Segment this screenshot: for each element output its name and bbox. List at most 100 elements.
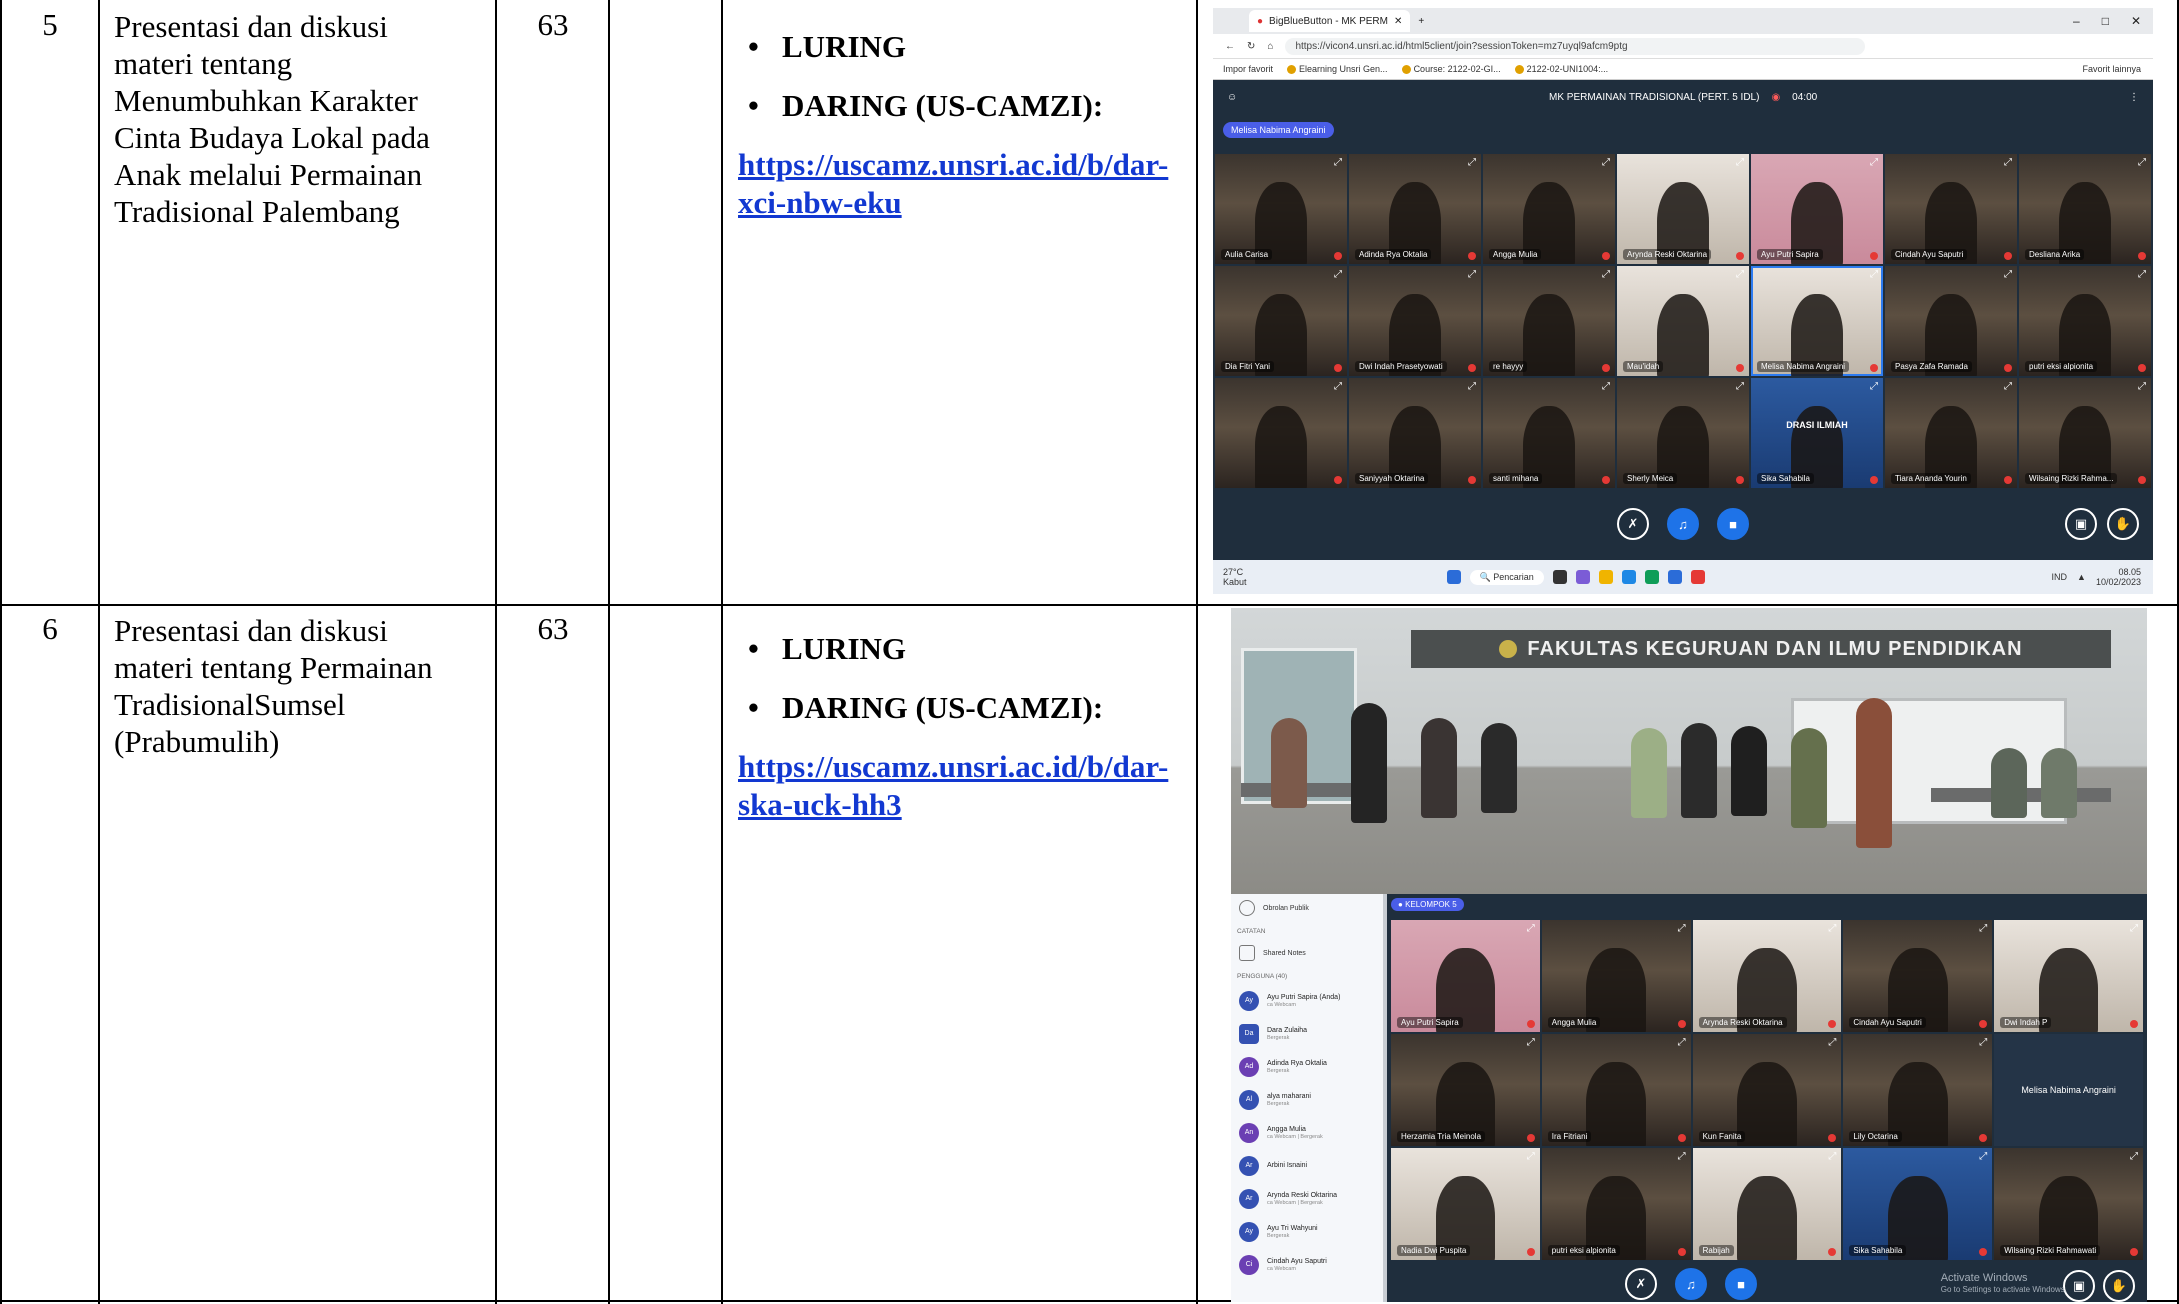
video-tile[interactable]: ⤢ (1215, 378, 1347, 488)
audio-icon[interactable]: ♫ (1667, 508, 1699, 540)
expand-icon[interactable]: ⤢ (1602, 157, 1610, 168)
expand-icon[interactable]: ⤢ (1979, 1151, 1987, 1162)
video-tile[interactable]: ⤢ Sherly Meica (1617, 378, 1749, 488)
expand-icon[interactable]: ⤢ (1828, 1151, 1836, 1162)
video-tile[interactable]: ⤢ Angga Mulia (1483, 154, 1615, 264)
video-tile[interactable]: ⤢ Mau'idah (1617, 266, 1749, 376)
user-list-item[interactable]: Da Dara Zulaiha Bergerak (1231, 1017, 1383, 1050)
expand-icon[interactable]: ⤢ (2138, 381, 2146, 392)
video-tile[interactable]: ⤢ Lily Octarina (1843, 1034, 1993, 1146)
expand-icon[interactable]: ⤢ (1870, 381, 1878, 392)
expand-icon[interactable]: ⤢ (1468, 381, 1476, 392)
video-tile[interactable]: ⤢ Aulia Carisa (1215, 154, 1347, 264)
app-icon[interactable] (1552, 570, 1567, 584)
camera-icon[interactable]: ■ (1725, 1268, 1757, 1300)
public-chat-item[interactable]: Obrolan Publik (1231, 894, 1383, 922)
video-tile[interactable]: ⤢ Herzamia Tria Meinola (1391, 1034, 1540, 1146)
minimize-icon[interactable]: – (2073, 14, 2080, 28)
video-tile[interactable]: ⤢ Sika Sahabila (1843, 1148, 1993, 1260)
expand-icon[interactable]: ⤢ (1678, 1037, 1686, 1048)
expand-icon[interactable]: ⤢ (1870, 269, 1878, 280)
expand-icon[interactable]: ⤢ (1602, 381, 1610, 392)
video-tile[interactable]: ⤢ Rabijah (1692, 1148, 1842, 1260)
expand-icon[interactable]: ⤢ (1979, 1037, 1987, 1048)
expand-icon[interactable]: ⤢ (1678, 923, 1686, 934)
expand-icon[interactable]: ⤢ (1678, 1151, 1686, 1162)
video-tile[interactable]: ⤢ DRASI ILMIAH Sika Sahabila (1751, 378, 1883, 488)
taskbar-search[interactable]: 🔍 Pencarian (1469, 569, 1544, 585)
start-icon[interactable] (1446, 570, 1461, 584)
screen-share-icon[interactable]: ▣ (2063, 1270, 2095, 1302)
new-tab-icon[interactable]: + (1418, 16, 1424, 27)
weather-widget[interactable]: 27°C Kabut (1213, 567, 1247, 587)
expand-icon[interactable]: ⤢ (1527, 1151, 1535, 1162)
camera-icon[interactable]: ■ (1717, 508, 1749, 540)
video-tile[interactable]: ⤢ Saniyyah Oktarina (1349, 378, 1481, 488)
browser-tab[interactable]: ● BigBlueButton - MK PERM ✕ (1249, 10, 1411, 32)
video-tile-no-camera[interactable]: Melisa Nabima Angraini (1994, 1034, 2143, 1146)
video-tile[interactable]: ⤢ Dwi Indah P (1994, 920, 2143, 1032)
video-tile[interactable]: ⤢ santi mihana (1483, 378, 1615, 488)
url-field[interactable]: https://vicon4.unsri.ac.id/html5client/j… (1285, 37, 1866, 55)
video-tile[interactable]: ⤢ Dia Fitri Yani (1215, 266, 1347, 376)
video-tile[interactable]: ⤢ Cindah Ayu Saputri (1843, 920, 1993, 1032)
expand-icon[interactable]: ⤢ (1828, 923, 1836, 934)
video-tile[interactable]: ⤢ Wilsaing Rizki Rahma... (2019, 378, 2151, 488)
app-icon[interactable] (1667, 570, 1682, 584)
favorite-item[interactable]: 2122-02-UNI1004:... (1514, 64, 1608, 74)
expand-icon[interactable]: ⤢ (2130, 923, 2138, 934)
video-tile[interactable]: ⤢ Kun Fanita (1692, 1034, 1842, 1146)
video-tile[interactable]: ⤢ Cindah Ayu Saputri (1885, 154, 2017, 264)
expand-icon[interactable]: ⤢ (1468, 269, 1476, 280)
close-window-icon[interactable]: ✕ (2131, 14, 2141, 28)
back-icon[interactable]: ← (1225, 41, 1235, 52)
favorite-item[interactable]: Course: 2122-02-GI... (1401, 64, 1501, 74)
video-tile[interactable]: ⤢ putri eksi alpionita (1541, 1148, 1691, 1260)
expand-icon[interactable]: ⤢ (1602, 269, 1610, 280)
restore-icon[interactable]: □ (2102, 14, 2109, 28)
language-indicator[interactable]: IND (2052, 572, 2068, 582)
video-tile[interactable]: ⤢ re hayyy (1483, 266, 1615, 376)
video-tile[interactable]: ⤢ Adinda Rya Oktalia (1349, 154, 1481, 264)
expand-icon[interactable]: ⤢ (2004, 269, 2012, 280)
app-icon[interactable] (1690, 570, 1705, 584)
users-toggle-icon[interactable]: ☺ (1227, 92, 1237, 103)
video-tile[interactable]: ⤢ Nadia Dwi Puspita (1391, 1148, 1540, 1260)
expand-icon[interactable]: ⤢ (1527, 1037, 1535, 1048)
user-list-item[interactable]: An Angga Mulia ca Webcam | Bergerak (1231, 1116, 1383, 1149)
video-tile[interactable]: ⤢ Desliana Arika (2019, 154, 2151, 264)
expand-icon[interactable]: ⤢ (1870, 157, 1878, 168)
app-icon[interactable] (1644, 570, 1659, 584)
mute-mic-icon[interactable]: ✗ (1617, 508, 1649, 540)
expand-icon[interactable]: ⤢ (1979, 923, 1987, 934)
mute-mic-icon[interactable]: ✗ (1625, 1268, 1657, 1300)
video-tile[interactable]: ⤢ Arynda Reski Oktarina (1692, 920, 1842, 1032)
user-list-item[interactable]: Ad Adinda Rya Oktalia Bergerak (1231, 1050, 1383, 1083)
expand-icon[interactable]: ⤢ (2138, 157, 2146, 168)
user-list-item[interactable]: Ar Arbini Isnaini (1231, 1149, 1383, 1182)
shared-notes-item[interactable]: Shared Notes (1231, 939, 1383, 967)
favorites-other[interactable]: Favorit lainnya (2082, 64, 2153, 74)
favorite-item[interactable]: Elearning Unsri Gen... (1287, 64, 1388, 74)
user-list-item[interactable]: Ar Arynda Reski Oktarina ca Webcam | Berge… (1231, 1182, 1383, 1215)
expand-icon[interactable]: ⤢ (2138, 269, 2146, 280)
options-icon[interactable]: ⋮ (2129, 92, 2139, 103)
video-tile[interactable]: ⤢ Arynda Reski Oktarina (1617, 154, 1749, 264)
user-list-item[interactable]: Ay Ayu Tri Wahyuni Bergerak (1231, 1215, 1383, 1248)
home-icon[interactable]: ⌂ (1267, 41, 1273, 52)
close-icon[interactable]: ✕ (1394, 16, 1402, 27)
raise-hand-icon[interactable]: ✋ (2107, 508, 2139, 540)
video-tile[interactable]: ⤢ Pasya Zafa Ramada (1885, 266, 2017, 376)
expand-icon[interactable]: ⤢ (1736, 381, 1744, 392)
user-list-item[interactable]: Ay Ayu Putri Sapira (Anda) ca Webcam (1231, 984, 1383, 1017)
app-icon[interactable] (1621, 570, 1636, 584)
audio-icon[interactable]: ♫ (1675, 1268, 1707, 1300)
clock[interactable]: 08.05 10/02/2023 (2096, 567, 2141, 587)
expand-icon[interactable]: ⤢ (2130, 1151, 2138, 1162)
expand-icon[interactable]: ⤢ (1736, 157, 1744, 168)
expand-icon[interactable]: ⤢ (1527, 923, 1535, 934)
video-tile[interactable]: ⤢ Angga Mulia (1541, 920, 1691, 1032)
raise-hand-icon[interactable]: ✋ (2103, 1270, 2135, 1302)
video-tile[interactable]: ⤢ Melisa Nabima Angraini (1751, 266, 1883, 376)
expand-icon[interactable]: ⤢ (2004, 157, 2012, 168)
